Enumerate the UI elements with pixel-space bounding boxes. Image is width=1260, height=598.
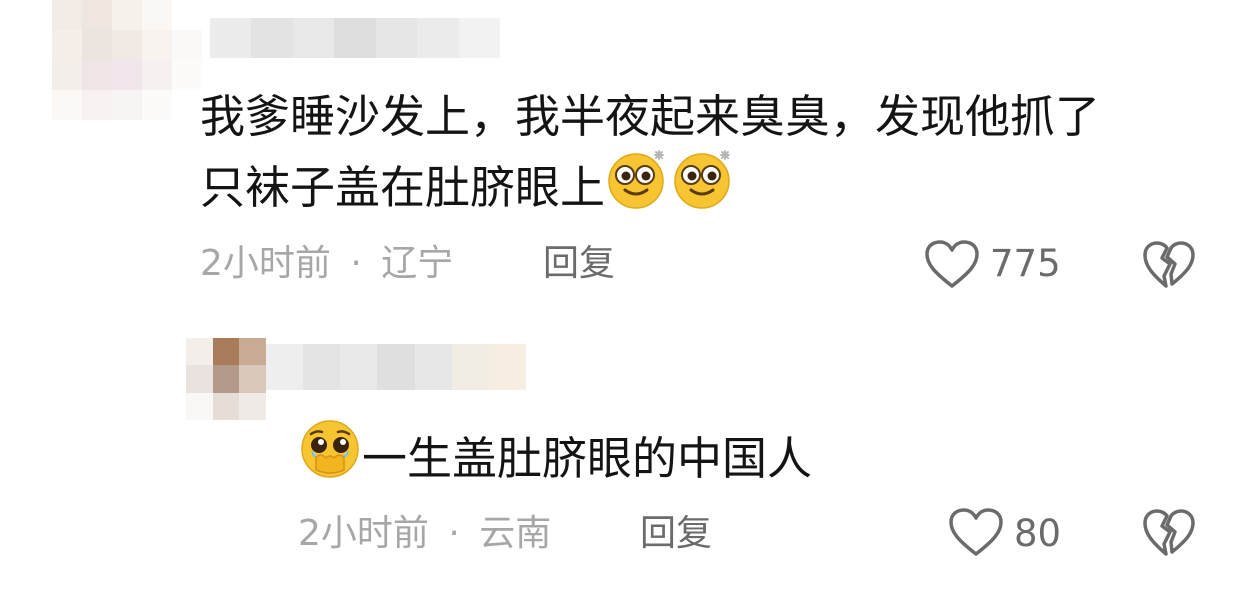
like-count: 80	[1014, 512, 1062, 555]
heart-icon	[948, 508, 1004, 562]
like-button[interactable]: 80	[948, 506, 1078, 558]
meta-separator: ·	[448, 513, 460, 554]
heart-icon	[924, 240, 980, 294]
comment-meta: 2小时前 · 辽宁	[200, 242, 453, 286]
dazzled-eyes-emoji	[671, 147, 737, 224]
comment-text-line-1: 我爹睡沙发上，我半夜起来臭臭，发现他抓了	[200, 90, 1101, 143]
avatar[interactable]	[52, 0, 202, 120]
comment-text: 一生盖肚脐眼的中国人	[298, 418, 812, 495]
username[interactable]	[210, 18, 500, 58]
comment-text-content: 一生盖肚脐眼的中国人	[362, 432, 813, 485]
avatar[interactable]	[186, 338, 266, 420]
meta-separator: ·	[350, 243, 362, 284]
username[interactable]	[266, 344, 526, 390]
reply-button[interactable]: 回复	[640, 512, 712, 556]
like-button[interactable]: 775	[924, 238, 1074, 290]
comment-meta: 2小时前 · 云南	[298, 512, 551, 556]
comment-text-line-2-text: 只袜子盖在肚脐眼上	[200, 161, 606, 214]
broken-heart-icon[interactable]	[1142, 240, 1196, 294]
comment-time: 2小时前	[298, 513, 429, 554]
comment-location: 辽宁	[381, 243, 454, 284]
comment-location: 云南	[479, 513, 552, 554]
reply-button[interactable]: 回复	[543, 242, 615, 286]
dazzled-eyes-emoji	[605, 147, 671, 224]
holding-back-tears-emoji	[298, 418, 362, 495]
like-count: 775	[990, 242, 1061, 285]
comment-time: 2小时前	[200, 243, 331, 284]
broken-heart-icon[interactable]	[1142, 508, 1196, 562]
comment-text: 我爹睡沙发上，我半夜起来臭臭，发现他抓了 只袜子盖在肚脐眼上	[200, 86, 1100, 224]
comment-text-line-2: 只袜子盖在肚脐眼上	[200, 147, 1100, 224]
